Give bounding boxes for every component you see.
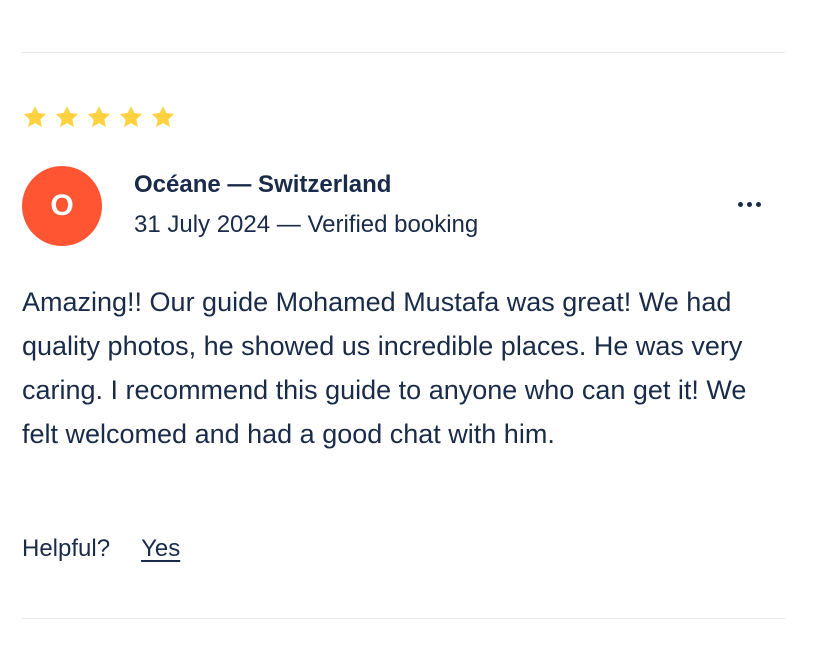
avatar: O [22, 166, 102, 246]
helpful-yes-link[interactable]: Yes [141, 533, 180, 565]
review-meta: 31 July 2024 — Verified booking [134, 211, 479, 238]
star-icon [86, 104, 112, 130]
reviewer-name: Océane — Switzerland [134, 171, 392, 198]
star-icon [22, 104, 48, 130]
star-icon [54, 104, 80, 130]
more-options-button[interactable] [728, 190, 770, 218]
review-text: Amazing!! Our guide Mohamed Mustafa was … [22, 287, 747, 449]
top-divider [22, 52, 785, 53]
bottom-divider [22, 618, 785, 619]
star-icon [150, 104, 176, 130]
avatar-initial: O [50, 189, 74, 222]
helpful-section: Helpful? Yes [22, 533, 180, 565]
helpful-label: Helpful? [22, 535, 111, 562]
star-icon [118, 104, 144, 130]
star-rating [22, 100, 176, 134]
more-horizontal-icon [737, 201, 761, 207]
